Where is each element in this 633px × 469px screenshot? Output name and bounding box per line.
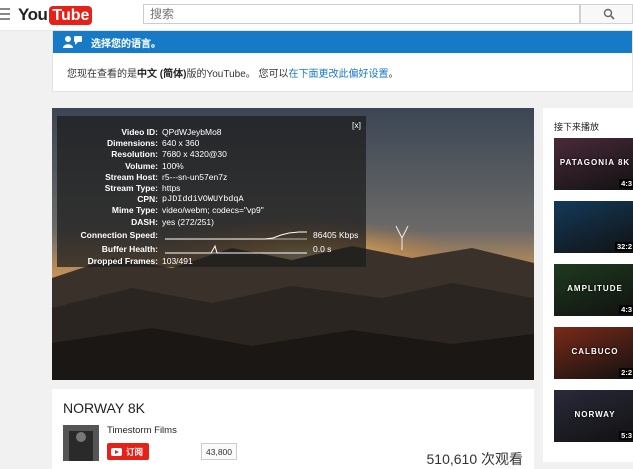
stats-row-value: https [162,183,181,193]
stats-row-value: 7680 x 4320@30 [162,149,227,160]
connection-speed-value: 86405 Kbps [313,230,359,240]
channel-name[interactable]: Timestorm Films [107,425,177,436]
stats-row-value: 640 x 360 [162,138,200,149]
banner-language: 中文 (简体) [137,69,187,80]
stats-row-value: video/webm; codecs="vp9" [162,205,264,216]
up-next-heading: 接下来播放 [554,122,600,132]
connection-speed-row: Connection Speed: 86405 Kbps [57,230,366,241]
video-info: NORWAY 8K Timestorm Films 订阅 43,800 510,… [52,389,534,469]
youtube-logo[interactable]: You Tube [18,5,93,25]
view-count: 510,610 次观看 [426,451,524,467]
youtube-play-icon [111,447,122,456]
stats-for-nerds-panel: [x] Video ID: QPdWJeybMo8 Dimensions: 640 x… [57,116,366,267]
menu-icon[interactable] [0,8,10,20]
stats-row-value: yes (272/251) [162,216,214,227]
buffer-health-graph [165,244,307,254]
stats-row-label: Mime Type: [111,205,158,216]
avatar-image [63,425,99,461]
video-duration: 4:3 [619,179,633,188]
video-duration: 4:3 [619,305,633,314]
logo-tube-text: Tube [49,5,93,25]
up-next-thumbnail[interactable]: PATAGONIA 8K 4:3 [554,138,633,190]
stats-row-label: Video ID: [121,127,158,137]
buffer-health-row: Buffer Health: 0.0 s [57,244,366,255]
dropped-frames-row: Dropped Frames: 103/491 [57,256,366,267]
buffer-health-label: Buffer Health: [101,244,158,254]
subscribe-button[interactable]: 订阅 [107,443,150,460]
stats-row: DASH: yes (272/251) [57,217,366,228]
up-next-thumbnail[interactable]: NORWAY 5:3 [554,390,633,442]
stats-row: Volume: 100% [57,161,366,172]
connection-speed-label: Connection Speed: [80,230,158,240]
stats-row-value: r5---sn-un57en7z [162,171,228,182]
subscribe-label: 订阅 [126,446,144,457]
channel-avatar[interactable] [63,425,99,461]
stats-row: Stream Type: https [57,183,366,194]
stats-row-label: DASH: [131,216,158,227]
banner-text-after: 。 [388,69,399,80]
stats-row-label: Volume: [125,160,158,171]
stats-row: Stream Host: r5---sn-un57en7z [57,172,366,183]
up-next-sidebar: 接下来播放 PATAGONIA 8K 4:3 32:2 AMPLITUDE 4:3 CAL… [543,108,633,462]
search-box [143,4,580,24]
thumbnail-title: CALBUCO [571,347,619,356]
video-duration: 32:2 [614,242,633,251]
stats-row-value: QPdWJeybMo8 [162,127,222,137]
stats-row-value: 100% [162,160,184,171]
up-next-thumbnail[interactable]: AMPLITUDE 4:3 [554,264,633,316]
video-duration: 2:2 [619,368,633,377]
dropped-frames-value: 103/491 [162,256,193,266]
search-button[interactable] [580,4,633,24]
video-duration: 5:3 [619,431,633,440]
masthead: You Tube [0,0,633,31]
up-next-thumbnail[interactable]: CALBUCO 2:2 [554,327,633,379]
video-title: NORWAY 8K [63,400,145,416]
language-banner-message: 您现在查看的是中文 (简体)版的YouTube。 您可以在下面更改此偏好设置。 [67,65,399,80]
stats-row-value: pJDIddiVOWUYbdqA [162,194,244,205]
stats-row-label: Resolution: [111,149,158,160]
stats-row: Resolution: 7680 x 4320@30 [57,149,366,160]
connection-speed-graph [165,231,307,240]
stats-row-label: Dimensions: [106,138,158,149]
thumbnail-title: NORWAY [574,410,616,419]
language-banner-heading: 选择您的语言。 [91,39,161,50]
stats-row-label: Stream Host: [105,171,158,182]
stats-row: Video ID: QPdWJeybMo8 [57,127,366,138]
search-icon [603,8,615,20]
buffer-health-value: 0.0 s [313,244,332,254]
subscriber-count: 43,800 [201,443,237,460]
banner-text-middle: 版的YouTube。 您可以 [186,69,289,80]
logo-you-text: You [18,5,48,24]
stats-row-label: CPN: [137,194,158,205]
stats-row: Mime Type: video/webm; codecs="vp9" [57,205,366,216]
banner-text-before: 您现在查看的是 [67,69,137,80]
video-player[interactable]: [x] Video ID: QPdWJeybMo8 Dimensions: 640 x… [52,108,534,380]
stats-row: CPN: pJDIddiVOWUYbdqA [57,194,366,205]
language-icon [63,36,82,48]
stats-row: Dimensions: 640 x 360 [57,138,366,149]
language-banner-header: 选择您的语言。 [53,31,632,53]
dropped-frames-label: Dropped Frames: [87,256,158,266]
stats-row-label: Stream Type: [104,183,158,193]
thumbnail-title: AMPLITUDE [567,284,623,293]
thumbnail-title: PATAGONIA 8K [559,158,631,167]
language-banner: 选择您的语言。 您现在查看的是中文 (简体)版的YouTube。 您可以在下面更… [52,30,633,92]
search-input[interactable] [144,5,579,23]
change-preference-link[interactable]: 在下面更改此偏好设置 [289,69,389,80]
up-next-thumbnail[interactable]: 32:2 [554,201,633,253]
